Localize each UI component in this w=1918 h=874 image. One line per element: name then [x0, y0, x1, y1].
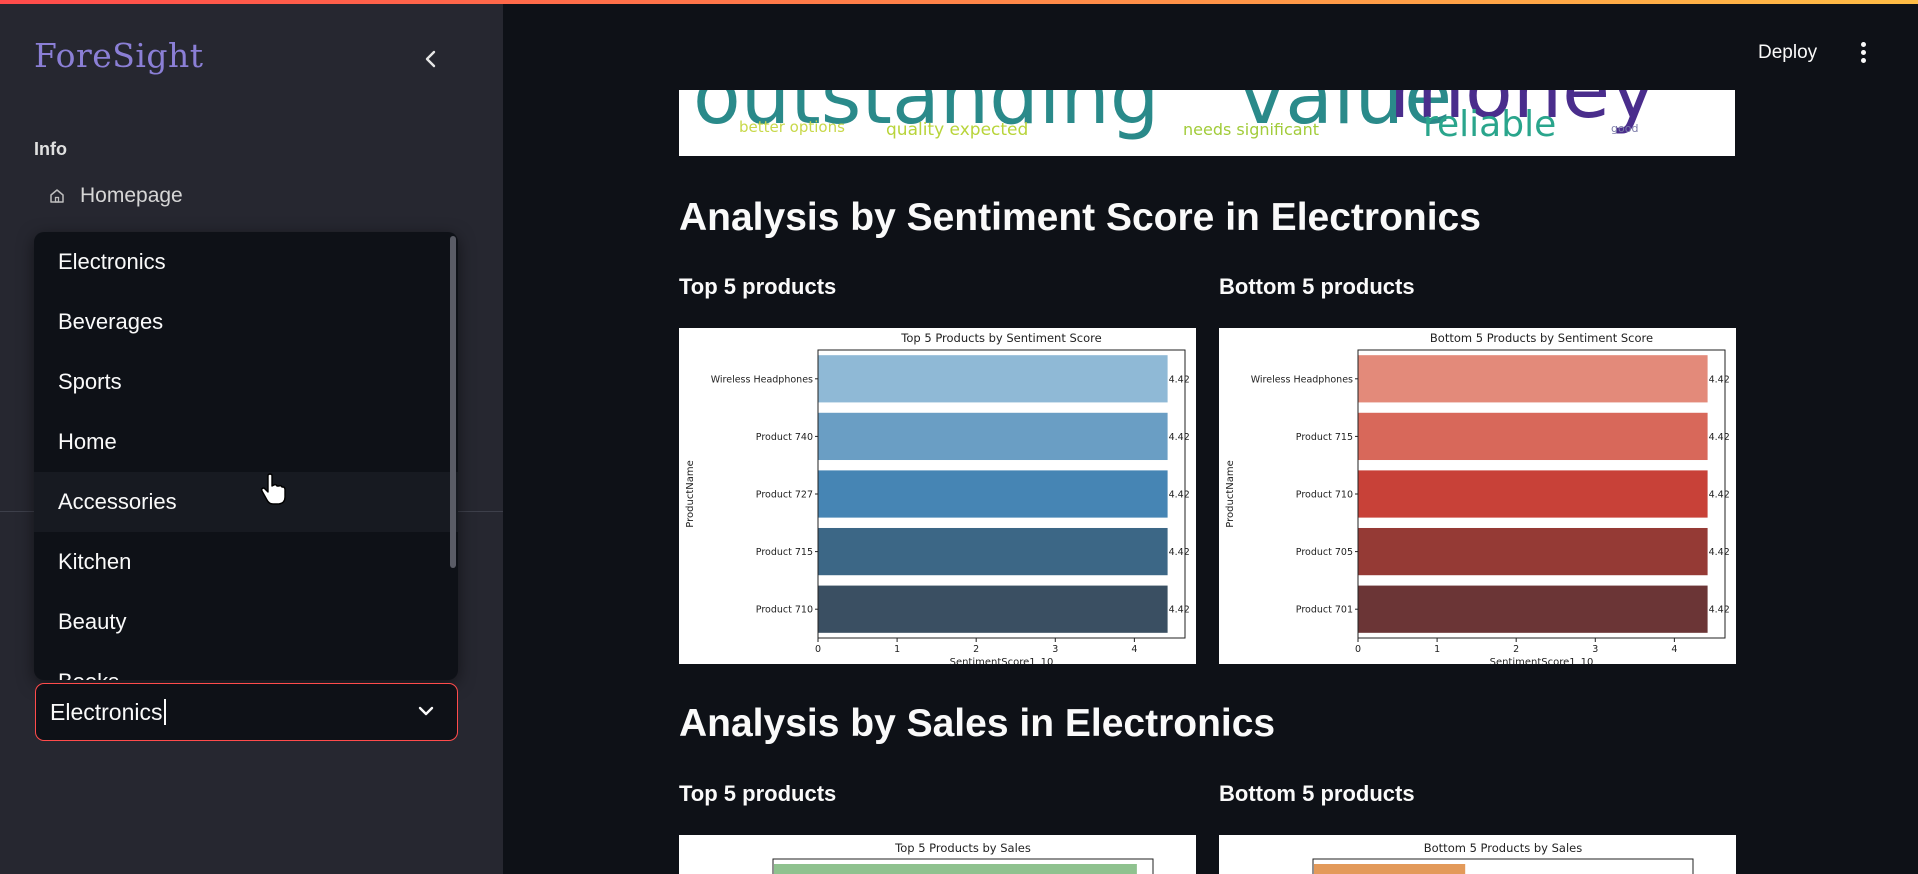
chart-bottom-sentiment-svg: Bottom 5 Products by Sentiment Score Wire… [1225, 331, 1730, 664]
dropdown-option-beauty[interactable]: Beauty [34, 592, 458, 652]
x-tick-label: 2 [973, 644, 979, 655]
chart-bar [1358, 470, 1708, 518]
chart-bar [1358, 585, 1708, 633]
y-tick-label: Wireless Headphones [711, 374, 813, 385]
chart-bar [818, 412, 1168, 461]
wordcloud-word: needs significant [1183, 120, 1320, 139]
section-title-sales: Analysis by Sales in Electronics [679, 702, 1276, 745]
more-vertical-icon [1856, 42, 1870, 63]
sidebar-item-homepage[interactable]: Homepage [48, 184, 183, 208]
category-dropdown-list[interactable]: Electronics Beverages Sports Home Access… [34, 232, 458, 680]
chart-top-sales-svg: Top 5 Products by Sales [772, 841, 1154, 874]
collapse-sidebar-button[interactable] [418, 46, 444, 72]
x-tick-label: 4 [1131, 644, 1137, 655]
subheader-top-sales: Top 5 products [679, 781, 837, 806]
y-tick-label: Product 705 [1296, 547, 1353, 558]
y-tick-label: Product 715 [756, 547, 813, 558]
x-axis-label: SentimentScore1_10 [950, 657, 1054, 664]
data-label: 4.42 [1169, 547, 1190, 558]
y-tick-label: Wireless Headphones [1251, 374, 1353, 385]
app-brand: ForeSight [34, 36, 204, 75]
dropdown-option-books[interactable]: Books [34, 652, 458, 680]
sidebar-item-label: Homepage [80, 184, 183, 207]
section-title-sentiment: Analysis by Sentiment Score in Electroni… [679, 196, 1481, 239]
home-icon [50, 189, 64, 203]
x-tick-label: 3 [1592, 644, 1598, 655]
chart-bar [818, 470, 1168, 518]
wordcloud-word: better options [739, 118, 845, 136]
x-axis-label: SentimentScore1_10 [1490, 657, 1594, 664]
data-label: 4.42 [1709, 605, 1730, 616]
data-label: 4.42 [1709, 490, 1730, 501]
chart-title: Bottom 5 Products by Sentiment Score [1430, 331, 1653, 345]
y-tick-label: Product 710 [1296, 490, 1353, 501]
dropdown-scrollbar[interactable] [450, 236, 456, 568]
deploy-button[interactable]: Deploy [1758, 42, 1817, 64]
x-tick-label: 1 [1434, 644, 1440, 655]
chart-bottom-sales: Bottom 5 Products by Sales [1219, 835, 1736, 874]
data-label: 4.42 [1169, 374, 1190, 385]
category-select[interactable]: Electronics [35, 683, 458, 741]
chart-bar [1358, 355, 1708, 403]
dropdown-option-accessories[interactable]: Accessories [34, 472, 458, 532]
text-caret [164, 699, 167, 725]
chart-bottom-sales-svg: Bottom 5 Products by Sales [1312, 841, 1694, 874]
chart-top-sentiment-svg: Top 5 Products by Sentiment Score Wireles… [685, 331, 1190, 664]
chart-top-sentiment: Top 5 Products by Sentiment Score Wireles… [679, 328, 1196, 664]
y-tick-label: Product 701 [1296, 605, 1353, 616]
data-label: 4.42 [1709, 374, 1730, 385]
subheader-bottom-sentiment: Bottom 5 products [1219, 274, 1415, 299]
chart-bar [818, 585, 1168, 633]
wordcloud-word: reliable [1423, 104, 1557, 145]
y-tick-label: Product 727 [756, 490, 813, 501]
data-label: 4.42 [1169, 490, 1190, 501]
dropdown-option-sports[interactable]: Sports [34, 352, 458, 412]
dropdown-option-kitchen[interactable]: Kitchen [34, 532, 458, 592]
dropdown-option-electronics[interactable]: Electronics [34, 232, 458, 292]
chevron-down-icon [418, 706, 434, 716]
chevron-left-icon [425, 50, 436, 68]
chart-title: Bottom 5 Products by Sales [1424, 841, 1583, 855]
wordcloud-word: good [1611, 122, 1639, 135]
chart-bottom-sentiment: Bottom 5 Products by Sentiment Score Wire… [1219, 328, 1736, 664]
x-tick-label: 0 [815, 644, 821, 655]
chart-bar [1358, 412, 1708, 461]
data-label: 4.42 [1169, 605, 1190, 616]
y-axis-label: ProductName [1225, 460, 1236, 527]
chart-bar [1358, 527, 1708, 576]
sidebar-section-label: Info [34, 139, 67, 159]
data-label: 4.42 [1169, 432, 1190, 443]
pointer-hand-icon [261, 473, 286, 505]
subheader-top-sentiment: Top 5 products [679, 274, 837, 299]
chart-title: Top 5 Products by Sentiment Score [900, 331, 1101, 345]
chart-top-sales: Top 5 Products by Sales [679, 835, 1196, 874]
dropdown-option-beverages[interactable]: Beverages [34, 292, 458, 352]
chart-bar [1314, 864, 1466, 874]
x-tick-label: 4 [1671, 644, 1677, 655]
subheader-bottom-sales: Bottom 5 products [1219, 781, 1415, 806]
x-tick-label: 2 [1513, 644, 1519, 655]
main-menu-button[interactable] [1856, 42, 1870, 66]
wordcloud-image: outstanding value money reliable better … [679, 90, 1735, 156]
chart-bar [818, 355, 1168, 403]
chart-title: Top 5 Products by Sales [894, 841, 1031, 855]
data-label: 4.42 [1709, 432, 1730, 443]
data-label: 4.42 [1709, 547, 1730, 558]
chart-bar [774, 864, 1137, 874]
y-tick-label: Product 715 [1296, 432, 1353, 443]
x-tick-label: 3 [1052, 644, 1058, 655]
wordcloud-word: quality expected [886, 120, 1029, 140]
x-tick-label: 0 [1355, 644, 1361, 655]
dropdown-option-home[interactable]: Home [34, 412, 458, 472]
x-tick-label: 1 [894, 644, 900, 655]
y-tick-label: Product 740 [756, 432, 813, 443]
y-axis-label: ProductName [685, 460, 696, 527]
category-select-value: Electronics [50, 698, 163, 725]
chart-bar [818, 527, 1168, 576]
y-tick-label: Product 710 [756, 605, 813, 616]
